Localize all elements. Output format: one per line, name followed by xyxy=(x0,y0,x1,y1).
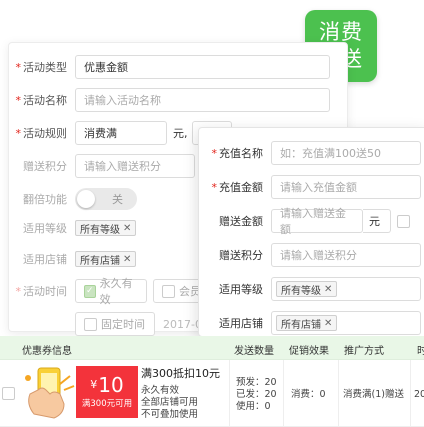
double-toggle[interactable]: 关 xyxy=(75,188,137,210)
activity-time-label: 活动时间 xyxy=(23,285,67,298)
activity-type-row: * 活动类型 优惠金额 xyxy=(9,54,330,80)
activity-name-label: 活动名称 xyxy=(23,94,67,107)
activity-rule-label: 活动规则 xyxy=(23,127,67,140)
toggle-knob xyxy=(77,190,95,208)
recharge-amount-label: 充值金额 xyxy=(219,181,263,194)
double-row: 翻倍功能 关 xyxy=(9,186,137,212)
double-label: 翻倍功能 xyxy=(23,193,67,206)
fixed-time-row: 固定时间 2017-09 xyxy=(75,311,209,337)
recharge-points-row: 赠送积分 请输入赠送积分 xyxy=(199,242,421,268)
gift-amount-label: 赠送金额 xyxy=(219,215,263,228)
level-tag[interactable]: 所有等级 ✕ xyxy=(276,281,338,297)
level-tag[interactable]: 所有等级 ✕ xyxy=(75,220,137,236)
header-coupon-info: 优惠券信息 xyxy=(22,346,72,357)
recharge-level-select[interactable]: 所有等级 ✕ xyxy=(271,277,421,301)
close-icon[interactable]: ✕ xyxy=(324,318,332,329)
activity-store-row: 适用店铺 所有店铺 ✕ xyxy=(9,246,137,272)
store-tag[interactable]: 所有店铺 ✕ xyxy=(75,251,137,267)
currency-symbol: ¥ xyxy=(90,378,98,391)
recharge-level-row: 适用等级 所有等级 ✕ xyxy=(199,276,421,302)
recharge-name-row: * 充值名称 如：充值满100送50 xyxy=(199,140,421,166)
activity-name-row: * 活动名称 请输入活动名称 xyxy=(9,87,330,113)
recharge-amount-input[interactable]: 请输入充值金额 xyxy=(271,175,421,199)
activity-type-label: 活动类型 xyxy=(23,61,67,74)
header-effect: 促销效果 xyxy=(289,346,329,357)
hand-phone-icon xyxy=(25,367,75,419)
recharge-name-input[interactable]: 如：充值满100送50 xyxy=(271,141,421,165)
coupon-table: 优惠券信息 发送数量 促销效果 推广方式 时 ¥10 满300元可用 满300抵… xyxy=(0,336,424,427)
close-icon[interactable]: ✕ xyxy=(324,284,332,295)
rule-unit: 元, xyxy=(173,127,188,140)
activity-points-input[interactable]: 请输入赠送积分 xyxy=(75,154,195,178)
checkbox-icon[interactable] xyxy=(397,214,410,228)
permanent-option[interactable]: ✓ 永久有效 xyxy=(75,277,147,306)
coupon-desc-1: 永久有效 xyxy=(141,385,180,396)
header-method: 推广方式 xyxy=(344,346,384,357)
coupon-amount: 10 xyxy=(98,373,124,397)
recharge-name-label: 充值名称 xyxy=(219,147,263,160)
activity-points-row: 赠送积分 请输入赠送积分 xyxy=(9,153,195,179)
effect-value: 消费：0 xyxy=(291,389,326,400)
coupon-desc-2: 全部店铺可用 xyxy=(141,397,199,408)
recharge-level-label: 适用等级 xyxy=(219,283,263,296)
header-time: 时 xyxy=(417,346,424,357)
recharge-store-select[interactable]: 所有店铺 ✕ xyxy=(271,311,421,335)
recharge-store-label: 适用店铺 xyxy=(219,317,263,330)
activity-level-label: 适用等级 xyxy=(23,222,67,235)
time-value: 20 xyxy=(414,389,424,400)
close-icon[interactable]: ✕ xyxy=(123,254,131,265)
gift-amount-input[interactable]: 请输入赠送金额 xyxy=(271,207,363,236)
store-tag[interactable]: 所有店铺 ✕ xyxy=(276,315,338,331)
check-icon: ✓ xyxy=(84,284,96,298)
header-send-count: 发送数量 xyxy=(234,346,274,357)
coupon-title: 满300抵扣10元 xyxy=(141,367,220,380)
checkbox-icon xyxy=(84,317,97,331)
count-used: 使用：0 xyxy=(236,401,271,412)
coupon-desc-3: 不可叠加使用 xyxy=(141,409,199,420)
recharge-form-panel: * 充值名称 如：充值满100送50 * 充值金额 请输入充值金额 赠送金额 请输入… xyxy=(198,127,424,337)
gift-amount-row: 赠送金额 请输入赠送金额 元 xyxy=(199,207,410,236)
fixed-time-option[interactable]: 固定时间 xyxy=(75,312,155,336)
coupon-condition: 满300元可用 xyxy=(81,399,133,409)
checkbox-icon xyxy=(162,284,175,298)
recharge-points-label: 赠送积分 xyxy=(219,249,263,262)
gift-amount-unit: 元 xyxy=(363,209,391,233)
recharge-store-row: 适用店铺 所有店铺 ✕ xyxy=(199,310,421,336)
row-checkbox[interactable] xyxy=(2,387,15,400)
coupon-card: ¥10 满300元可用 xyxy=(76,366,138,418)
table-row[interactable]: ¥10 满300元可用 满300抵扣10元 永久有效 全部店铺可用 不可叠加使用… xyxy=(0,360,424,427)
activity-time-row: * 活动时间 ✓ 永久有效 会员 xyxy=(9,277,213,306)
activity-store-label: 适用店铺 xyxy=(23,253,67,266)
close-icon[interactable]: ✕ xyxy=(123,223,131,234)
count-sent: 已发：20 xyxy=(236,389,277,400)
rule-spend-input[interactable]: 消费满 xyxy=(75,121,167,145)
activity-type-select[interactable]: 优惠金额 xyxy=(75,55,330,79)
recharge-amount-row: * 充值金额 请输入充值金额 xyxy=(199,174,421,200)
table-header: 优惠券信息 发送数量 促销效果 推广方式 时 xyxy=(0,336,424,360)
count-planned: 预发：20 xyxy=(236,377,277,388)
method-value: 消费满(1)赠送 xyxy=(343,389,404,400)
activity-level-row: 适用等级 所有等级 ✕ xyxy=(9,215,137,241)
activity-name-input[interactable]: 请输入活动名称 xyxy=(75,88,330,112)
recharge-points-input[interactable]: 请输入赠送积分 xyxy=(271,243,421,267)
activity-points-label: 赠送积分 xyxy=(23,160,67,173)
